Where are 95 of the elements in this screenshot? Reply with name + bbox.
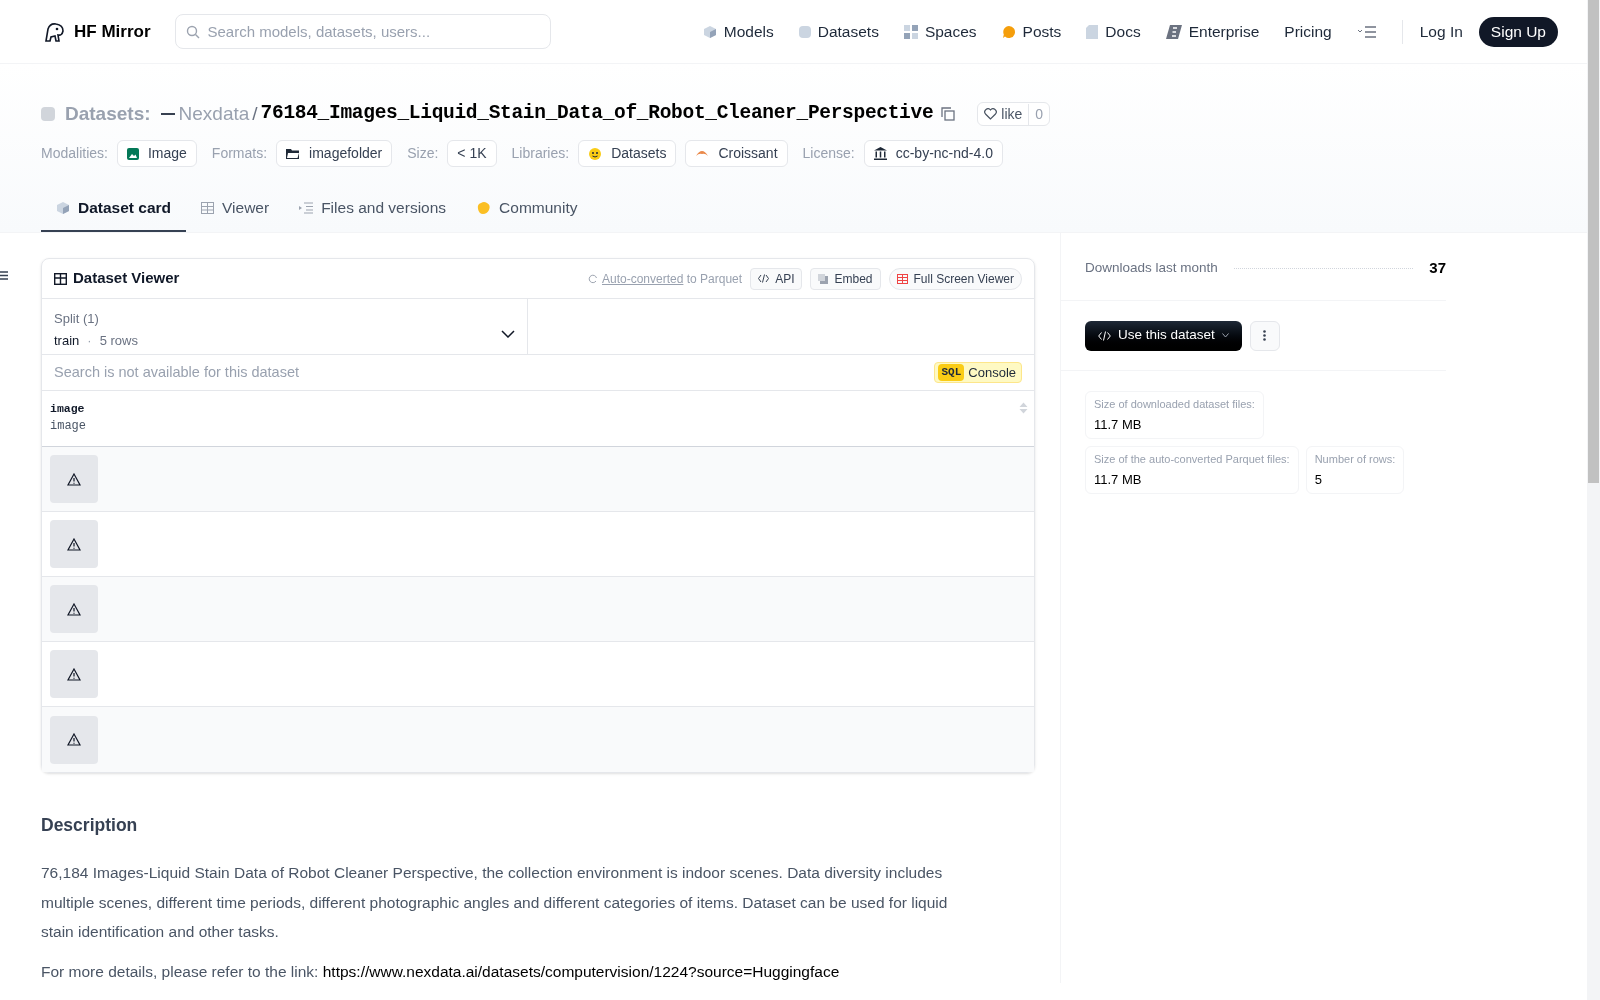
cube-icon (56, 200, 70, 215)
tag-group-label: Modalities: (41, 144, 108, 163)
description-paragraph: 76,184 Images-Liquid Stain Data of Robot Cleaner Perspective, the collection environment is indoor scenes. Data diversity includes multiple scenes, different time periods, different photographic angles and different categories of items. Dataset can be used for liquid stain identification and other tasks. (41, 863, 949, 943)
path-separator: / (252, 101, 258, 126)
details-sentence: For more details, please refer to the link: https://www.nexdata.ai/datasets/computervision/1224?source=Huggingface (41, 961, 841, 982)
code-icon (1098, 330, 1111, 341)
sql-console-button[interactable]: SQL Console (934, 362, 1022, 383)
list-icon (299, 201, 314, 214)
warning-icon (67, 472, 81, 486)
split-name: train (54, 331, 80, 350)
owner-avatar-icon (160, 112, 175, 116)
warning-icon (67, 667, 81, 681)
grid-icon (903, 24, 918, 39)
nav-link[interactable]: Docs (1086, 19, 1141, 44)
column-type: image (50, 418, 86, 436)
tag-chip[interactable]: < 1K (447, 140, 497, 167)
logo-icon (42, 20, 66, 43)
like-count: 0 (1028, 103, 1050, 125)
database-icon (41, 106, 55, 122)
kebab-icon (1263, 330, 1267, 341)
table-icon (201, 201, 215, 214)
tag-group-label: License: (802, 144, 855, 163)
sql-badge: SQL (938, 364, 965, 381)
cube-icon (702, 24, 717, 39)
nav-link[interactable]: Spaces (903, 19, 977, 44)
stat-value: 11.7 MB (1094, 470, 1143, 489)
split-selector[interactable]: Split (1) train · 5 rows (42, 299, 528, 354)
search-field[interactable]: Search models, datasets, users... (174, 14, 551, 49)
downloads-label: Downloads last month (1085, 259, 1218, 278)
database-icon (798, 24, 811, 39)
login-link[interactable]: Log In (1419, 19, 1463, 44)
tag-chip[interactable]: Image (116, 140, 197, 167)
refresh-icon (588, 273, 598, 284)
warning-icon (67, 733, 81, 746)
tab[interactable]: Viewer (186, 185, 285, 232)
tag-chip[interactable]: Croissant (685, 140, 788, 167)
more-options-button[interactable] (1249, 320, 1280, 351)
downloads-count: 37 (1429, 258, 1446, 279)
smiley-icon (588, 146, 603, 161)
tab[interactable]: Files and versions (284, 185, 462, 232)
viewer-button[interactable]: Full Screen Viewer (888, 267, 1022, 290)
clapping-hands-icon (476, 200, 492, 215)
section-label: Datasets: (65, 101, 151, 126)
e-badge-icon (1165, 24, 1182, 39)
chevron-down-icon (501, 330, 515, 338)
table-icon (896, 273, 908, 284)
search-icon (185, 25, 200, 39)
column-name: image (50, 401, 86, 417)
document-icon (1086, 24, 1099, 39)
viewer-button[interactable]: API (750, 267, 803, 290)
tag-chip[interactable]: imagefolder (276, 140, 393, 167)
tag-group-label: Size: (407, 144, 439, 163)
parquet-note: Auto-converted to Parquet (602, 270, 743, 288)
image-icon (126, 147, 139, 160)
scrollbar[interactable] (1587, 0, 1600, 1000)
speech-bubble-icon (1001, 24, 1016, 39)
nav-link[interactable]: Datasets (798, 19, 879, 44)
stat-value: 5 (1314, 470, 1323, 489)
split-label: Split (1) (54, 310, 100, 328)
description-heading: Description (41, 814, 139, 837)
nav-link[interactable]: Posts (1001, 19, 1062, 44)
details-link[interactable]: https://www.nexdata.ai/datasets/computervision/1224?source=Huggingface (322, 962, 840, 980)
viewer-button[interactable]: Embed (810, 267, 881, 290)
brand-name[interactable]: HF Mirror (74, 18, 151, 45)
row-count: 5 rows (99, 331, 138, 350)
nav-link[interactable]: Models (702, 19, 774, 44)
tag-group-label: Libraries: (511, 144, 570, 163)
bank-icon (873, 147, 887, 160)
warning-icon (67, 602, 81, 616)
tag-group-label: Formats: (211, 144, 268, 163)
copy-icon (818, 273, 829, 284)
stat-value: 11.7 MB (1094, 415, 1143, 434)
use-dataset-button[interactable]: Use this dataset (1085, 320, 1242, 351)
table-icon (54, 272, 67, 285)
tab[interactable]: Community (461, 185, 593, 232)
stat-label: Number of rows: (1314, 452, 1396, 467)
warning-icon (67, 537, 81, 551)
nav-link[interactable]: Pricing (1284, 19, 1332, 44)
viewer-title: Dataset Viewer (73, 268, 180, 289)
tab[interactable]: Dataset card (41, 185, 187, 232)
tag-chip[interactable]: Datasets (578, 140, 677, 167)
stat-label: Size of the auto-converted Parquet files: (1094, 452, 1290, 467)
menu-icon[interactable] (0, 271, 8, 280)
stat-label: Size of downloaded dataset files: (1094, 397, 1255, 412)
heart-icon (984, 108, 998, 120)
like-button[interactable]: like 0 (977, 102, 1051, 126)
folder-icon (286, 147, 301, 160)
split-separator: · (87, 331, 92, 350)
copy-icon[interactable] (941, 107, 956, 121)
signup-button[interactable]: Sign Up (1478, 16, 1558, 47)
chevron-down-icon (1221, 333, 1229, 338)
nav-link[interactable]: Enterprise (1165, 19, 1260, 44)
code-icon (758, 274, 770, 283)
dataset-title: 76184_Images_Liquid_Stain_Data_of_Robot_Cleaner_Perspective (260, 101, 934, 127)
tag-chip[interactable]: cc-by-nc-nd-4.0 (863, 140, 1003, 167)
